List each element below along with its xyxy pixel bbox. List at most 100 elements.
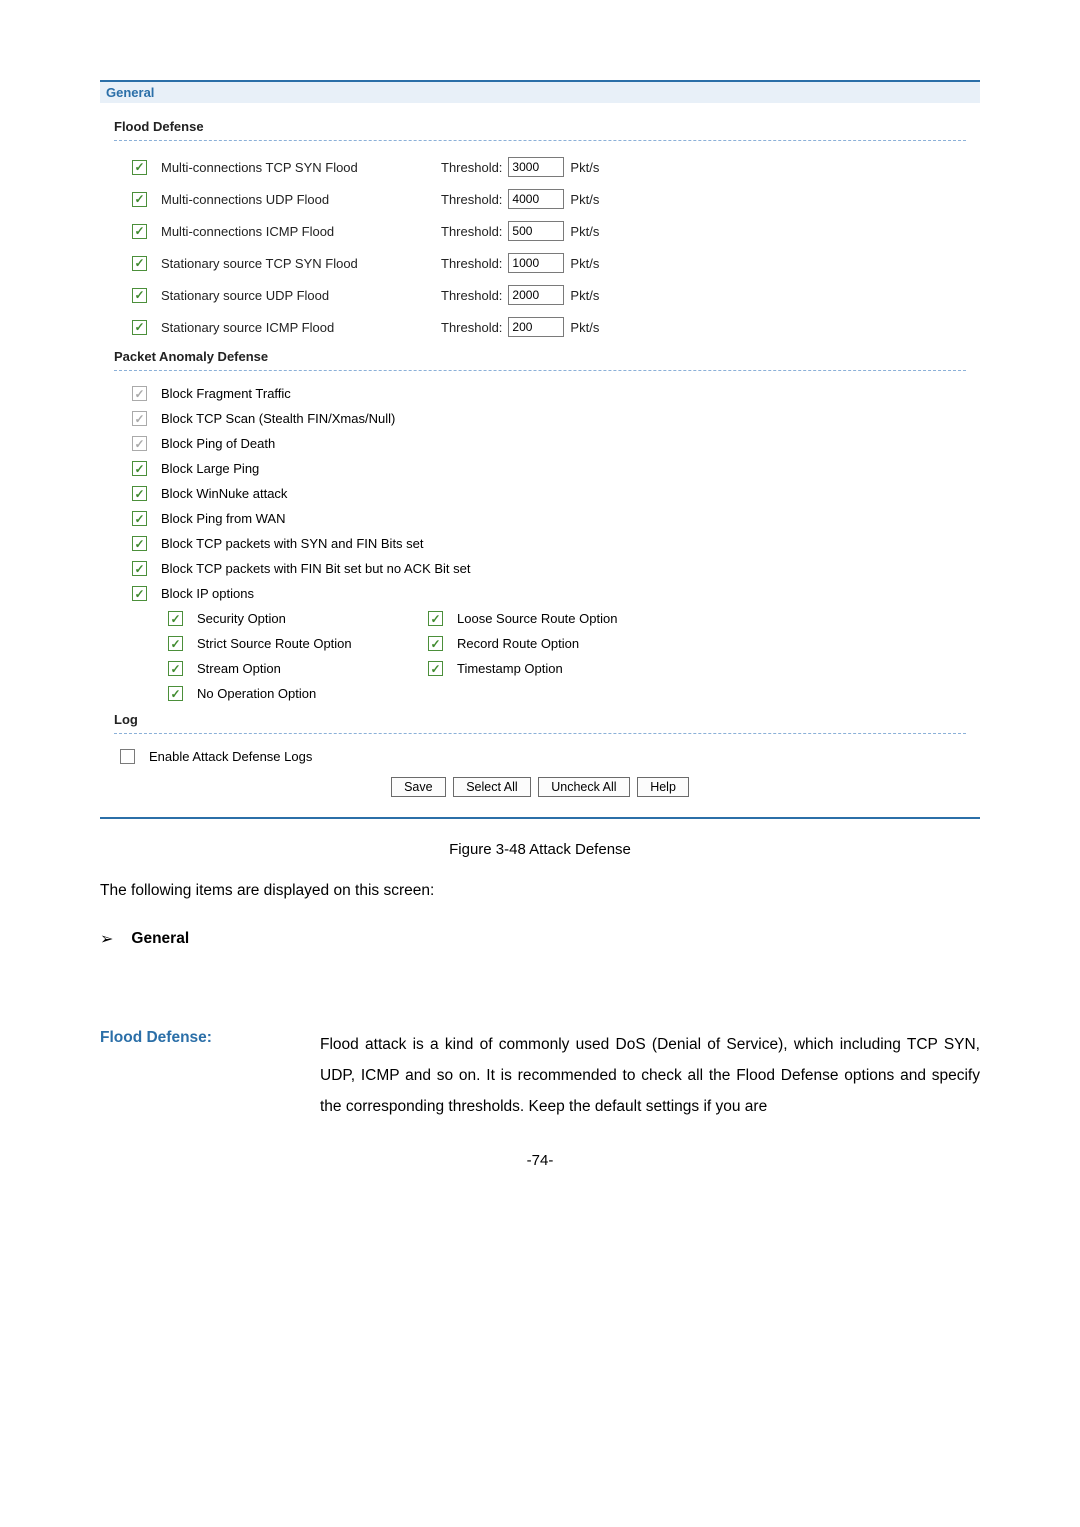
checkbox[interactable] xyxy=(132,511,147,526)
threshold-input[interactable] xyxy=(508,221,564,241)
pa-label: Block IP options xyxy=(161,586,966,601)
flood-label: Stationary source TCP SYN Flood xyxy=(161,256,421,271)
threshold-label: Threshold: xyxy=(441,192,502,207)
settings-panel: General Flood Defense Multi-connections … xyxy=(100,80,980,819)
threshold-input[interactable] xyxy=(508,157,564,177)
checkbox[interactable] xyxy=(132,411,147,426)
figure-caption: Figure 3-48 Attack Defense xyxy=(100,819,980,866)
threshold-input[interactable] xyxy=(508,253,564,273)
page-number: -74- xyxy=(100,1122,980,1169)
pa-rows: Block Fragment Traffic Block TCP Scan (S… xyxy=(114,381,966,706)
threshold-input[interactable] xyxy=(508,317,564,337)
pa-row: Block TCP packets with SYN and FIN Bits … xyxy=(132,531,966,556)
general-header: General xyxy=(100,82,980,103)
flood-label: Multi-connections UDP Flood xyxy=(161,192,421,207)
flood-label: Multi-connections TCP SYN Flood xyxy=(161,160,421,175)
pa-row: Block TCP packets with FIN Bit set but n… xyxy=(132,556,966,581)
checkbox[interactable] xyxy=(428,661,443,676)
flood-row: Multi-connections TCP SYN Flood Threshol… xyxy=(132,151,966,183)
pa-row: Block Ping of Death xyxy=(132,431,966,456)
flood-rows: Multi-connections TCP SYN Flood Threshol… xyxy=(114,151,966,343)
flood-row: Stationary source UDP Flood Threshold: P… xyxy=(132,279,966,311)
flood-label: Stationary source ICMP Flood xyxy=(161,320,421,335)
ip-row: Strict Source Route Option Record Route … xyxy=(168,631,966,656)
pa-label: Block Ping of Death xyxy=(161,436,966,451)
desc-term: Flood Defense: xyxy=(100,1029,280,1122)
checkbox[interactable] xyxy=(132,256,147,271)
checkbox[interactable] xyxy=(428,636,443,651)
ip-label: Timestamp Option xyxy=(457,661,563,676)
checkbox[interactable] xyxy=(132,436,147,451)
bullet-row: ➢ General xyxy=(100,915,980,959)
ip-label: Record Route Option xyxy=(457,636,579,651)
checkbox[interactable] xyxy=(132,288,147,303)
divider xyxy=(114,733,966,734)
ip-options: Security Option Loose Source Route Optio… xyxy=(132,606,966,706)
threshold-label: Threshold: xyxy=(441,320,502,335)
checkbox[interactable] xyxy=(132,536,147,551)
flood-row: Stationary source ICMP Flood Threshold: … xyxy=(132,311,966,343)
pa-row: Block TCP Scan (Stealth FIN/Xmas/Null) xyxy=(132,406,966,431)
checkbox[interactable] xyxy=(132,192,147,207)
uncheck-all-button[interactable]: Uncheck All xyxy=(538,777,629,797)
bullet-icon: ➢ xyxy=(100,929,113,949)
log-label: Enable Attack Defense Logs xyxy=(149,749,312,764)
threshold-input[interactable] xyxy=(508,189,564,209)
save-button[interactable]: Save xyxy=(391,777,446,797)
pa-label: Block Fragment Traffic xyxy=(161,386,966,401)
ip-label: Security Option xyxy=(197,611,286,626)
ip-label: Stream Option xyxy=(197,661,281,676)
help-button[interactable]: Help xyxy=(637,777,689,797)
button-bar: Save Select All Uncheck All Help xyxy=(114,769,966,801)
pa-label: Block Ping from WAN xyxy=(161,511,966,526)
select-all-button[interactable]: Select All xyxy=(453,777,530,797)
desc-text: Flood attack is a kind of commonly used … xyxy=(320,1029,980,1122)
checkbox[interactable] xyxy=(168,686,183,701)
flood-row: Multi-connections ICMP Flood Threshold: … xyxy=(132,215,966,247)
checkbox[interactable] xyxy=(132,486,147,501)
ip-label: Loose Source Route Option xyxy=(457,611,617,626)
checkbox[interactable] xyxy=(168,661,183,676)
pa-label: Block TCP packets with SYN and FIN Bits … xyxy=(161,536,966,551)
divider xyxy=(114,140,966,141)
flood-row: Multi-connections UDP Flood Threshold: P… xyxy=(132,183,966,215)
ip-row: No Operation Option xyxy=(168,681,966,706)
pa-label: Block WinNuke attack xyxy=(161,486,966,501)
checkbox[interactable] xyxy=(132,320,147,335)
pa-row: Block Large Ping xyxy=(132,456,966,481)
unit-label: Pkt/s xyxy=(570,320,599,335)
flood-label: Stationary source UDP Flood xyxy=(161,288,421,303)
checkbox[interactable] xyxy=(168,611,183,626)
pa-label: Block TCP Scan (Stealth FIN/Xmas/Null) xyxy=(161,411,966,426)
unit-label: Pkt/s xyxy=(570,224,599,239)
checkbox[interactable] xyxy=(428,611,443,626)
checkbox[interactable] xyxy=(132,386,147,401)
checkbox[interactable] xyxy=(132,224,147,239)
pa-row: Block Fragment Traffic xyxy=(132,381,966,406)
pa-row: Block IP options xyxy=(132,581,966,606)
ip-row: Stream Option Timestamp Option xyxy=(168,656,966,681)
threshold-input[interactable] xyxy=(508,285,564,305)
description-block: Flood Defense: Flood attack is a kind of… xyxy=(100,959,980,1122)
checkbox[interactable] xyxy=(132,160,147,175)
ip-label: No Operation Option xyxy=(197,686,316,701)
pa-label: Block Large Ping xyxy=(161,461,966,476)
checkbox[interactable] xyxy=(132,461,147,476)
threshold-label: Threshold: xyxy=(441,256,502,271)
intro-text: The following items are displayed on thi… xyxy=(100,866,980,915)
checkbox[interactable] xyxy=(168,636,183,651)
threshold-label: Threshold: xyxy=(441,160,502,175)
unit-label: Pkt/s xyxy=(570,160,599,175)
threshold-label: Threshold: xyxy=(441,288,502,303)
unit-label: Pkt/s xyxy=(570,288,599,303)
divider xyxy=(114,370,966,371)
ip-label: Strict Source Route Option xyxy=(197,636,352,651)
checkbox[interactable] xyxy=(132,586,147,601)
flood-defense-title: Flood Defense xyxy=(114,113,966,138)
log-row: Enable Attack Defense Logs xyxy=(114,744,966,769)
pa-row: Block WinNuke attack xyxy=(132,481,966,506)
checkbox[interactable] xyxy=(132,561,147,576)
pa-label: Block TCP packets with FIN Bit set but n… xyxy=(161,561,966,576)
checkbox[interactable] xyxy=(120,749,135,764)
packet-anomaly-title: Packet Anomaly Defense xyxy=(114,343,966,368)
